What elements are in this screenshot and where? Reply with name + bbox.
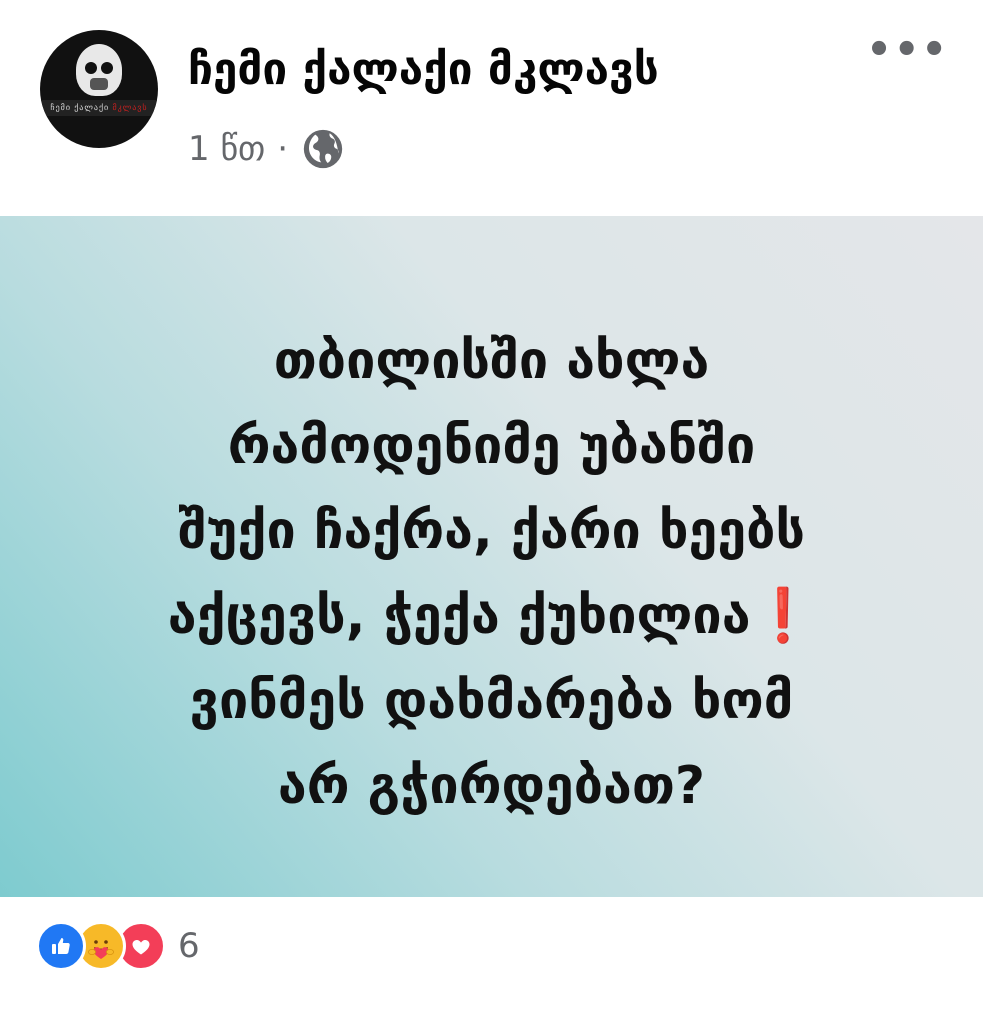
reaction-count[interactable]: 6	[178, 926, 200, 966]
post-line-1: თბილისში ახლა	[273, 331, 710, 391]
post-line-4: აქცევს, ჭექა ქუხილია	[167, 586, 751, 646]
post-line-2: რამოდენიმე უბანში	[227, 416, 756, 476]
exclamation-emoji-icon: ❗	[750, 586, 816, 646]
meta-separator: ·	[277, 129, 289, 169]
reactions-summary[interactable]: 6	[36, 920, 200, 972]
post-text: თბილისში ახლა რამოდენიმე უბანში შუქი ჩაქ…	[40, 319, 943, 829]
avatar-band-text: ჩემი ქალაქი	[50, 103, 110, 112]
post-text-card: თბილისში ახლა რამოდენიმე უბანში შუქი ჩაქ…	[0, 216, 983, 897]
post-line-4-wrap: აქცევს, ჭექა ქუხილია❗	[40, 574, 943, 659]
post-line-6: არ გჭირდებათ?	[277, 756, 706, 816]
like-icon	[36, 921, 86, 971]
post-meta: 1 წთ ·	[188, 124, 346, 174]
skull-eye-right	[101, 62, 113, 74]
post-header: ჩემი ქალაქი მკლავს ჩემი ქალაქი მკლავს 1 …	[0, 0, 983, 215]
gas-mask-shape	[90, 78, 108, 90]
avatar-logo-band: ჩემი ქალაქი მკლავს	[40, 100, 158, 116]
post-footer: 6	[0, 898, 983, 1024]
page-avatar[interactable]: ჩემი ქალაქი მკლავს	[40, 30, 158, 148]
avatar-band-text-red: მკლავს	[112, 103, 148, 112]
post-line-3: შუქი ჩაქრა, ქარი ხეებს	[177, 501, 806, 561]
globe-icon[interactable]	[300, 126, 346, 172]
post-timestamp[interactable]: 1 წთ	[188, 129, 265, 169]
more-options-icon[interactable]: •••	[866, 30, 949, 70]
post-line-5: ვინმეს დახმარება ხომ	[189, 671, 794, 731]
page-name-link[interactable]: ჩემი ქალაქი მკლავს	[188, 42, 659, 98]
skull-eye-left	[85, 62, 97, 74]
skull-logo-icon	[76, 44, 122, 96]
